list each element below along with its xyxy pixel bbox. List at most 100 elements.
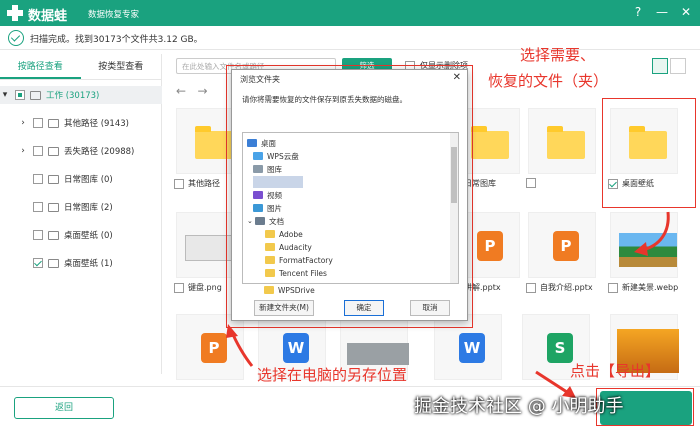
tree-item[interactable]: 图库 xyxy=(253,163,282,175)
file-name: 其他路径 xyxy=(188,179,220,188)
picture-icon xyxy=(253,204,263,212)
tree-item-label: 日常图库 (0) xyxy=(64,175,113,185)
folder-icon xyxy=(48,202,59,212)
tree-item[interactable]: 日常图库 (0) xyxy=(28,170,113,188)
folder-tree[interactable]: 桌面 WPS云盘 图库 视频 图片 ⌄ 文档 Adobe Audacity For… xyxy=(242,132,459,284)
folder-icon xyxy=(48,146,59,156)
ppt-icon: P xyxy=(553,231,579,261)
tree-item[interactable]: WPS云盘 xyxy=(253,150,299,162)
folder-icon xyxy=(471,126,509,159)
nav-arrows[interactable]: ← → xyxy=(176,84,208,98)
tree-item[interactable]: 视频 xyxy=(253,189,282,201)
tree-item-label: 工作 (30173) xyxy=(46,91,100,101)
app-name: 数据蛙 xyxy=(28,9,68,24)
forward-arrow-icon[interactable]: → xyxy=(198,84,208,98)
tree-item-label: 图片 xyxy=(267,203,282,213)
tree-item-label: 桌面壁纸 (1) xyxy=(64,259,113,269)
tree-item[interactable]: ⌄ 文档 xyxy=(247,215,284,227)
checkbox[interactable] xyxy=(526,282,536,293)
tree-item-label: FormatFactory xyxy=(279,255,333,265)
folder-icon xyxy=(48,258,59,268)
chevron-down-icon[interactable]: ▾ xyxy=(0,90,10,100)
folder-icon xyxy=(48,174,59,184)
close-icon[interactable]: ✕ xyxy=(678,4,694,20)
tree-item[interactable]: Adobe xyxy=(265,228,303,240)
back-button[interactable]: 返回 xyxy=(14,397,114,419)
desktop-icon xyxy=(247,139,257,147)
checkbox[interactable] xyxy=(33,258,43,268)
file-card[interactable]: P 自我介绍.pptx xyxy=(524,208,600,294)
checkbox[interactable] xyxy=(608,282,618,293)
annotation-select-line2: 恢复的文件（夹） xyxy=(488,72,609,90)
image-thumbnail xyxy=(347,343,409,365)
tree-item-label: 文档 xyxy=(269,216,284,226)
annotation-choose-location: 选择在电脑的另存位置 xyxy=(257,366,408,384)
checkbox[interactable] xyxy=(33,202,43,212)
checkbox[interactable] xyxy=(33,118,43,128)
scrollbar[interactable] xyxy=(450,133,458,283)
folder-icon xyxy=(547,126,585,159)
scan-status-text: 扫描完成。找到30173个文件共3.12 GB。 xyxy=(30,35,203,45)
cloud-icon xyxy=(253,152,263,160)
tree-item-label: Audacity xyxy=(279,242,312,252)
app-subtitle: 数据恢复专家 xyxy=(88,10,140,20)
ok-button[interactable]: 确定 xyxy=(344,300,384,316)
tree-item[interactable]: 桌面壁纸 (1) xyxy=(28,254,113,272)
tree-item-label: 桌面壁纸 (0) xyxy=(64,231,113,241)
annotation-arrow-icon xyxy=(634,211,670,256)
tree-item-blurred[interactable] xyxy=(253,176,303,188)
tree-item[interactable]: 桌面 xyxy=(247,137,276,149)
file-name: 键盘.png xyxy=(188,283,222,292)
folder-icon xyxy=(264,286,274,294)
back-arrow-icon[interactable]: ← xyxy=(176,84,186,98)
tree-item[interactable]: 图片 xyxy=(253,202,282,214)
checkbox[interactable] xyxy=(33,230,43,240)
tree-item-label: WPSDrive xyxy=(278,285,315,295)
tab-by-path[interactable]: 按路径查看 xyxy=(0,54,81,79)
highlight-selected-folder xyxy=(602,98,696,208)
ppt-icon: P xyxy=(477,231,503,261)
tree-item[interactable]: FormatFactory xyxy=(265,254,333,266)
file-card[interactable] xyxy=(524,104,600,190)
tree-item-label: 其他路径 (9143) xyxy=(64,119,129,129)
tree-item[interactable]: › 丢失路径 (20988) xyxy=(18,142,134,160)
cancel-button[interactable]: 取消 xyxy=(410,300,450,316)
tree-item-label: 丢失路径 (20988) xyxy=(64,147,135,157)
chevron-right-icon[interactable]: › xyxy=(18,118,28,128)
file-card[interactable] xyxy=(606,310,682,396)
checkbox[interactable] xyxy=(174,178,184,189)
help-icon[interactable]: ? xyxy=(630,4,646,20)
annotation-arrow-icon xyxy=(226,324,254,367)
tree-item[interactable]: Tencent Files xyxy=(265,267,327,279)
tree-item-label: 桌面 xyxy=(261,138,276,148)
tree-item[interactable]: 桌面壁纸 (0) xyxy=(28,226,113,244)
checkbox[interactable] xyxy=(33,146,43,156)
folder-icon xyxy=(30,90,41,100)
tree-item-root[interactable]: ▾ 工作 (30173) xyxy=(0,86,162,104)
checkbox[interactable] xyxy=(33,174,43,184)
minimize-icon[interactable]: — xyxy=(654,4,670,20)
annotation-click-export: 点击【导出】 xyxy=(570,362,661,380)
tree-item-label: Adobe xyxy=(279,229,303,239)
checkbox[interactable] xyxy=(174,282,184,293)
chevron-down-icon[interactable]: ⌄ xyxy=(247,217,255,225)
document-icon xyxy=(255,217,265,225)
list-view-icon[interactable] xyxy=(670,58,686,74)
checkbox[interactable] xyxy=(15,90,25,100)
grid-view-icon[interactable] xyxy=(652,58,668,74)
tab-by-type[interactable]: 按类型查看 xyxy=(81,54,162,79)
tree-item[interactable]: › 其他路径 (9143) xyxy=(18,114,129,132)
file-name: 自我介绍.pptx xyxy=(540,283,593,292)
tree-item[interactable]: Audacity xyxy=(265,241,312,253)
app-logo-icon xyxy=(7,5,23,21)
new-folder-button[interactable]: 新建文件夹(M) xyxy=(254,300,314,316)
tree-item[interactable]: 日常图库 (2) xyxy=(28,198,113,216)
tree-item-label: WPS云盘 xyxy=(267,151,299,161)
image-folder-icon xyxy=(253,165,263,173)
tree-item-label: 图库 xyxy=(267,164,282,174)
tree-item[interactable]: WPSDrive xyxy=(264,284,315,296)
spreadsheet-icon: S xyxy=(547,333,573,363)
checkbox[interactable] xyxy=(526,178,536,188)
close-icon[interactable]: ✕ xyxy=(453,72,461,83)
chevron-right-icon[interactable]: › xyxy=(18,146,28,156)
